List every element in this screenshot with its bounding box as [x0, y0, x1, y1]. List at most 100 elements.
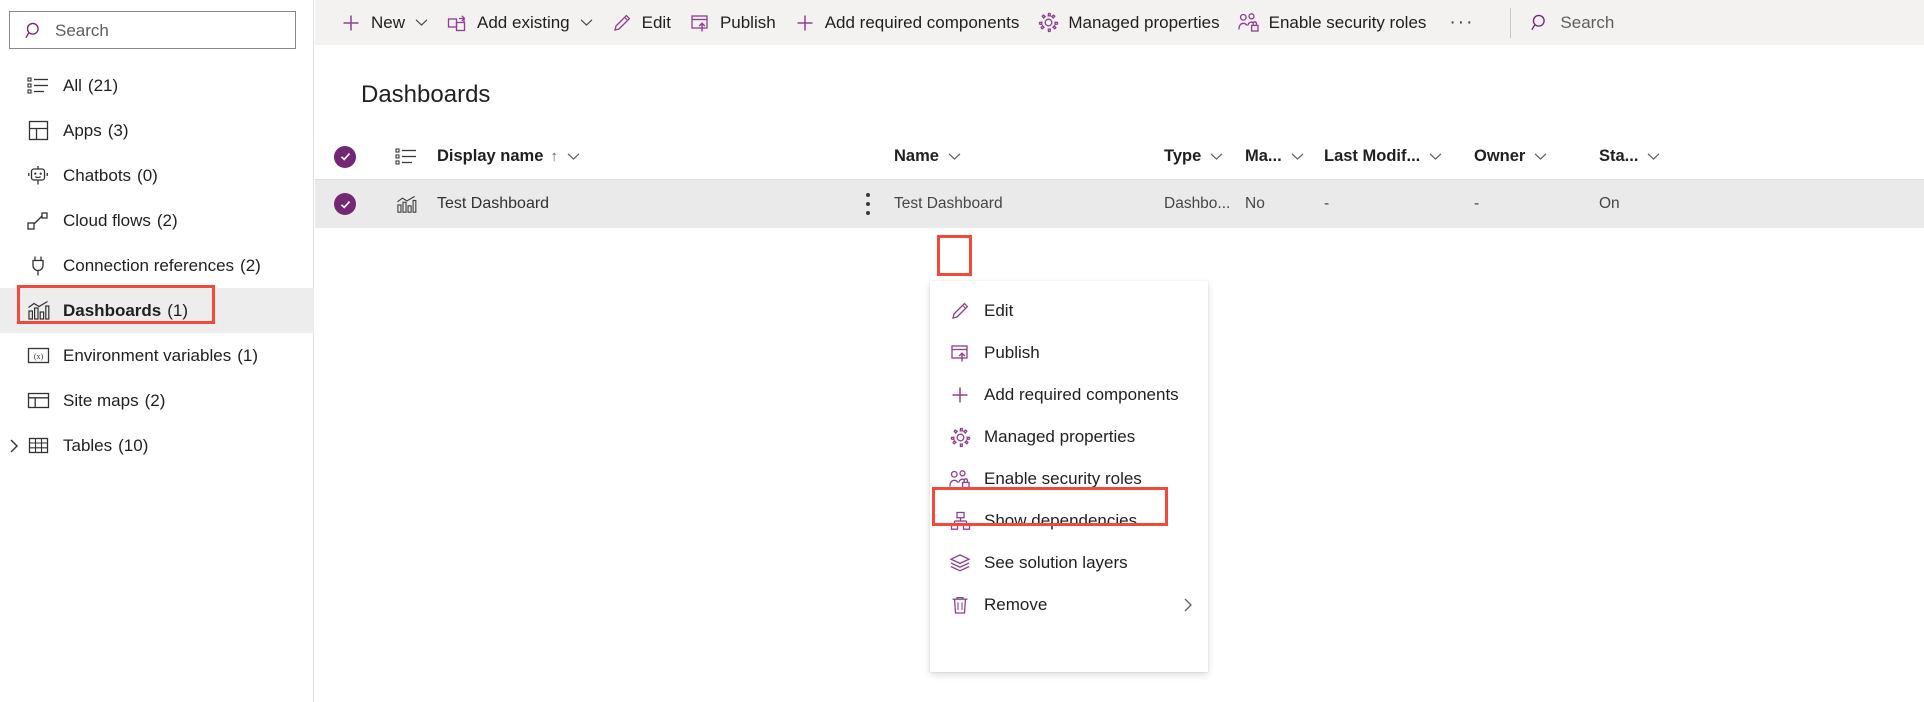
- plus-icon: [340, 12, 362, 34]
- environment-variable-icon: (x): [25, 346, 51, 365]
- chevron-down-icon[interactable]: [948, 152, 961, 161]
- chevron-down-icon[interactable]: [1429, 152, 1442, 161]
- menu-item-show-dependencies[interactable]: Show dependencies: [930, 500, 1208, 542]
- add-required-components-button[interactable]: Add required components: [785, 0, 1029, 45]
- menu-item-remove[interactable]: Remove: [930, 584, 1208, 626]
- managed-properties-button[interactable]: Managed properties: [1028, 0, 1228, 45]
- enable-security-roles-button-label: Enable security roles: [1268, 12, 1427, 32]
- kebab-menu-icon: [866, 193, 870, 215]
- list-icon: [395, 147, 417, 167]
- column-header-type[interactable]: Type: [1164, 147, 1245, 166]
- sidebar-item-count: (2): [156, 210, 178, 230]
- column-header-label: Last Modif...: [1324, 147, 1421, 165]
- menu-item-edit[interactable]: Edit: [930, 290, 1208, 332]
- sidebar-item-count: (2): [240, 255, 261, 275]
- publish-icon: [947, 343, 973, 363]
- sidebar-search-input[interactable]: Search: [9, 11, 296, 49]
- edit-button[interactable]: Edit: [602, 0, 680, 45]
- column-header-label: Display name: [437, 147, 544, 165]
- menu-item-see-solution-layers[interactable]: See solution layers: [930, 542, 1208, 584]
- sidebar-item-dashboards[interactable]: Dashboards (1): [0, 288, 314, 333]
- chevron-down-icon[interactable]: [1210, 152, 1223, 161]
- column-header-name[interactable]: Name: [894, 147, 1164, 166]
- security-roles-icon: [947, 469, 973, 490]
- command-bar: New Add existing Edit Publish Add requir…: [315, 0, 1924, 45]
- sidebar-item-all[interactable]: All (21): [0, 63, 314, 108]
- sidebar-item-label: Site maps: [63, 390, 139, 410]
- column-header-status[interactable]: Sta...: [1599, 147, 1719, 166]
- column-header-display-name[interactable]: Display name ↑: [437, 147, 842, 166]
- type-icon-column-header[interactable]: [375, 147, 437, 167]
- cloud-flow-icon: [25, 211, 51, 231]
- sidebar-item-count: (3): [107, 120, 129, 140]
- add-existing-button-label: Add existing: [477, 12, 570, 32]
- chevron-down-icon[interactable]: [1534, 152, 1547, 161]
- column-header-managed[interactable]: Ma...: [1245, 147, 1324, 166]
- search-icon: [23, 19, 45, 41]
- overflow-ellipsis-icon: ···: [1449, 11, 1475, 33]
- sidebar-item-site-maps[interactable]: Site maps (2): [0, 378, 314, 423]
- cell-last-modified: -: [1324, 195, 1330, 212]
- row-select-checkbox[interactable]: [315, 193, 375, 215]
- add-existing-icon: [446, 12, 468, 34]
- sidebar-item-count: (0): [137, 165, 158, 185]
- chevron-down-icon[interactable]: [415, 18, 428, 27]
- sidebar-item-connection-references[interactable]: Connection references (2): [0, 243, 314, 288]
- chevron-down-icon[interactable]: [1291, 152, 1304, 161]
- cell-status: On: [1599, 195, 1620, 212]
- cell-type: Dashbo...: [1164, 195, 1231, 212]
- chevron-down-icon[interactable]: [580, 18, 593, 27]
- cell-owner: -: [1474, 195, 1480, 212]
- sidebar-item-label: All: [63, 75, 82, 95]
- svg-text:(x): (x): [33, 352, 43, 361]
- chevron-right-icon[interactable]: [4, 423, 24, 468]
- chevron-down-icon[interactable]: [567, 152, 580, 161]
- checkmark-circle-icon: [334, 193, 356, 215]
- menu-item-enable-security-roles[interactable]: Enable security roles: [930, 458, 1208, 500]
- row-context-menu: Edit Publish Add required components Man…: [930, 281, 1208, 672]
- sidebar-item-apps[interactable]: Apps (3): [0, 108, 314, 153]
- publish-button[interactable]: Publish: [680, 0, 785, 45]
- sidebar-item-environment-variables[interactable]: (x) Environment variables (1): [0, 333, 314, 378]
- menu-item-label: See solution layers: [984, 553, 1128, 572]
- add-existing-button[interactable]: Add existing: [437, 0, 602, 45]
- sidebar-item-label: Dashboards: [63, 300, 162, 320]
- enable-security-roles-button[interactable]: Enable security roles: [1229, 0, 1436, 45]
- column-header-owner[interactable]: Owner: [1474, 147, 1599, 166]
- chatbot-icon: [25, 165, 51, 186]
- menu-item-label: Edit: [984, 301, 1014, 320]
- sitemap-layout-icon: [25, 391, 51, 410]
- select-all-checkbox[interactable]: [315, 145, 375, 168]
- layers-icon: [947, 553, 973, 573]
- sidebar-item-chatbots[interactable]: Chatbots (0): [0, 153, 314, 198]
- sort-ascending-icon: ↑: [550, 148, 558, 165]
- toolbar-search-input[interactable]: Search: [1527, 13, 1614, 33]
- sidebar-item-tables[interactable]: Tables (10): [0, 423, 314, 468]
- menu-item-label: Remove: [984, 595, 1048, 614]
- menu-item-managed-properties[interactable]: Managed properties: [930, 416, 1208, 458]
- row-context-menu-button[interactable]: [842, 193, 894, 215]
- column-header-label: Ma...: [1245, 147, 1282, 165]
- chevron-down-icon[interactable]: [1647, 152, 1660, 161]
- table-row[interactable]: Test Dashboard Test Dashboard Dashbo... …: [315, 180, 1924, 228]
- chevron-right-icon[interactable]: [1183, 584, 1194, 626]
- trash-icon: [947, 595, 973, 615]
- plus-icon: [794, 12, 816, 34]
- grid-header-row: Display name ↑ Name Type Ma... Last Modi…: [315, 134, 1924, 180]
- column-header-last-modified[interactable]: Last Modif...: [1324, 147, 1474, 166]
- new-button-label: New: [371, 12, 406, 32]
- new-button[interactable]: New: [331, 0, 437, 45]
- gear-icon: [1037, 12, 1059, 34]
- sidebar-item-cloud-flows[interactable]: Cloud flows (2): [0, 198, 314, 243]
- sidebar-item-label: Connection references: [63, 255, 235, 275]
- menu-item-label: Add required components: [984, 385, 1179, 404]
- menu-item-publish[interactable]: Publish: [930, 332, 1208, 374]
- search-icon: [1531, 13, 1550, 32]
- dependencies-icon: [947, 511, 973, 531]
- menu-item-add-required-components[interactable]: Add required components: [930, 374, 1208, 416]
- menu-item-label: Publish: [984, 343, 1040, 362]
- overflow-menu-button[interactable]: ···: [1435, 0, 1488, 45]
- sidebar-item-count: (10): [118, 435, 149, 455]
- sidebar-item-label: Tables: [63, 435, 113, 455]
- app-root: Search All (21) Apps (3) Chatbots (0) Cl…: [0, 0, 1924, 702]
